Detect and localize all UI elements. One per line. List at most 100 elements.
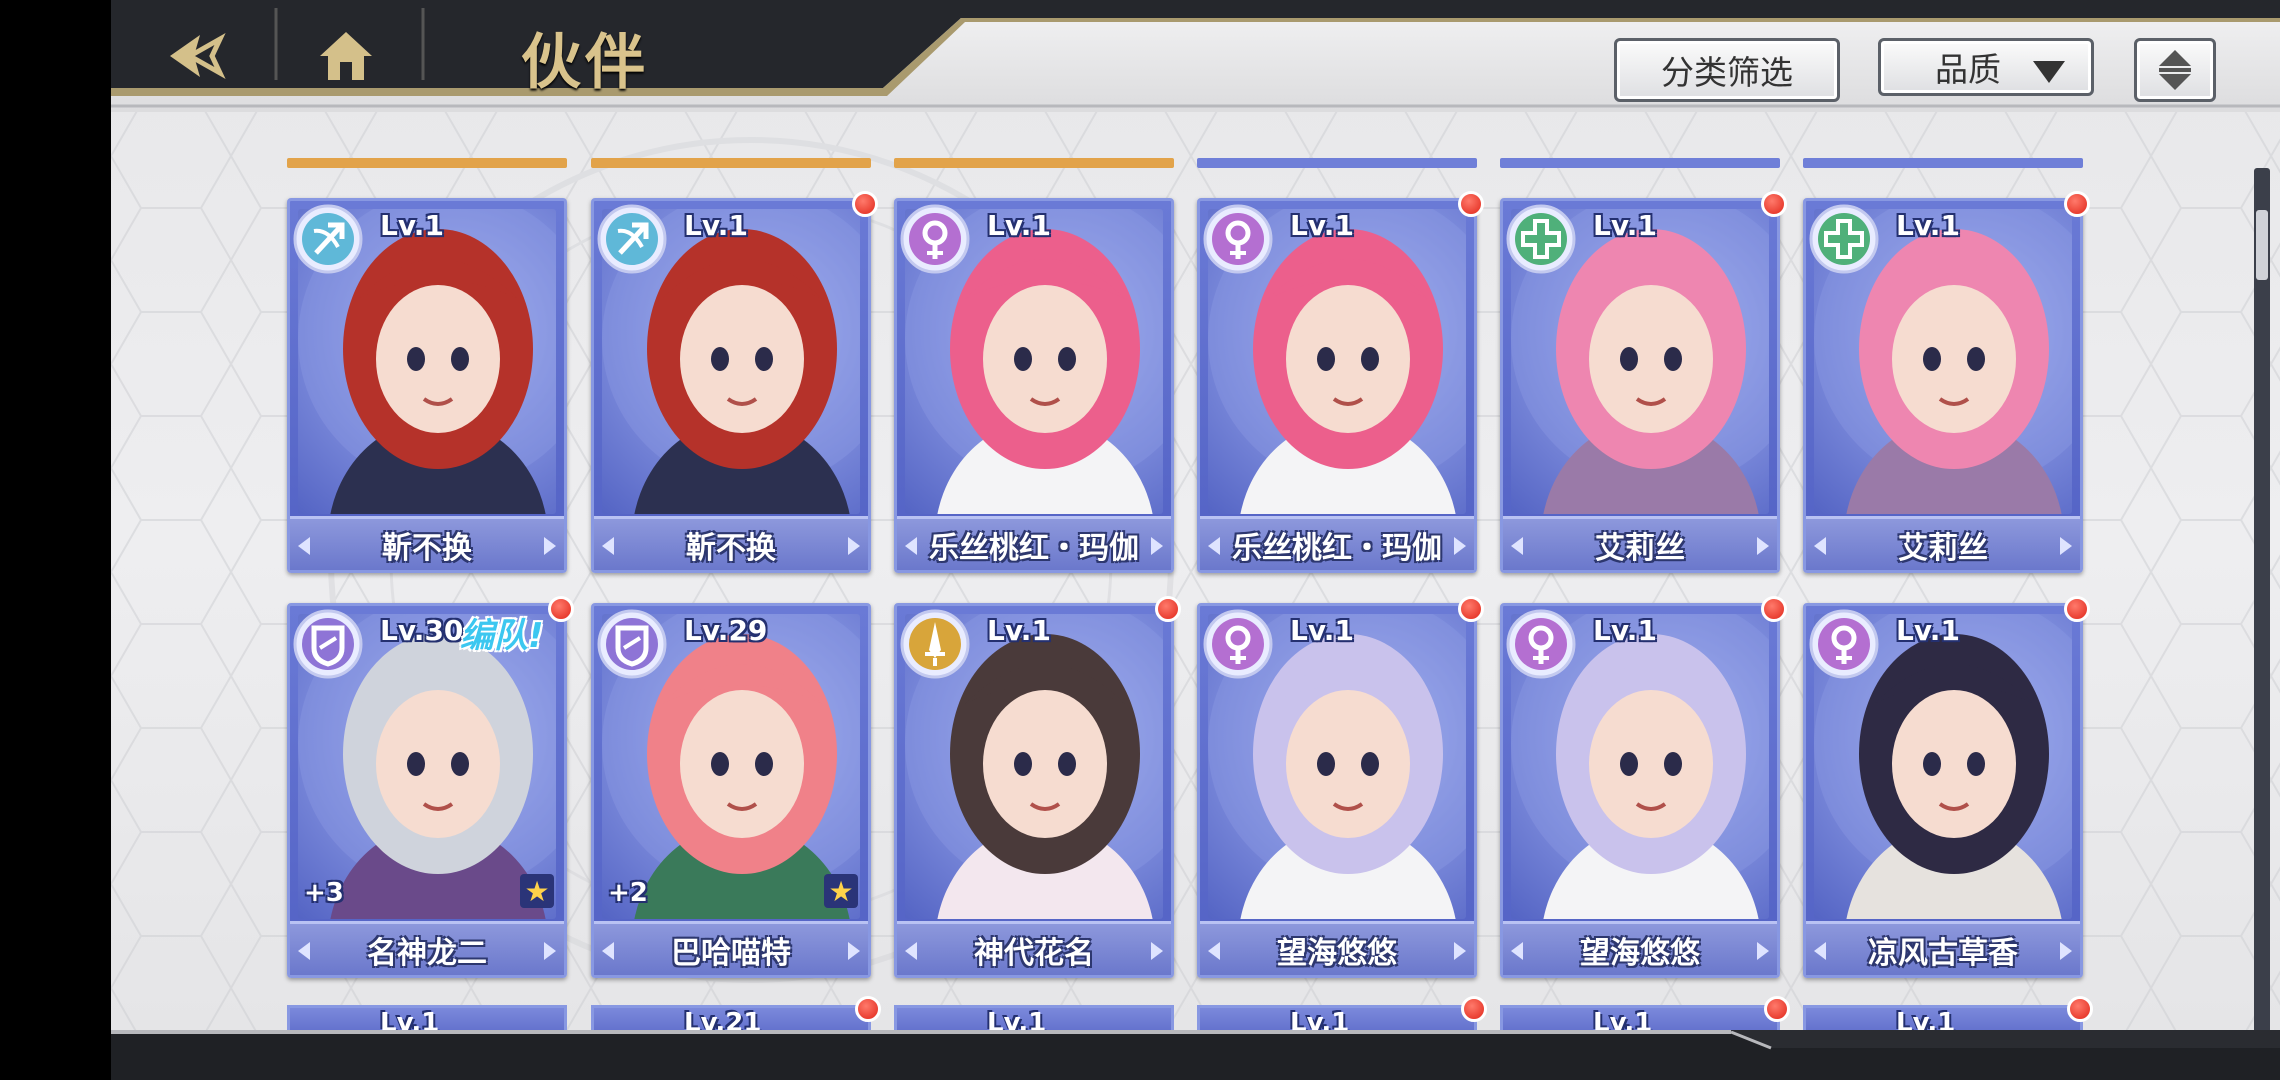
previous-row-card-edge [1500, 158, 1780, 168]
name-bar: 乐丝桃红・玛伽 [1200, 516, 1474, 570]
ornament-right-icon [1151, 537, 1163, 555]
level-label: Lv.1 [987, 209, 1051, 242]
ornament-right-icon [1454, 537, 1466, 555]
level-label: Lv.29 [684, 614, 768, 647]
partner-name: 靳不换 [382, 530, 472, 566]
previous-row-card-edge [287, 158, 567, 168]
level-label: Lv.1 [1593, 209, 1657, 242]
partner-card[interactable]: Lv.1 乐丝桃红・玛伽 [1197, 191, 1484, 573]
partner-card[interactable]: Lv.1 靳不换 [591, 191, 878, 573]
ornament-left-icon [298, 942, 310, 960]
name-bar: 凉风古草香 [1806, 921, 2080, 975]
partner-card[interactable]: Lv.1 神代花名 [894, 596, 1181, 978]
new-notification-dot [1761, 596, 1787, 622]
ornament-left-icon [602, 942, 614, 960]
ornament-right-icon [1757, 537, 1769, 555]
page-title: 伙伴 [521, 28, 649, 98]
ornament-left-icon [1814, 942, 1826, 960]
partner-card[interactable]: Lv.1 凉风古草香 [1803, 596, 2090, 978]
partner-name: 望海悠悠 [1277, 935, 1397, 971]
partner-name: 名神龙二 [367, 935, 487, 971]
partner-name: 靳不换 [686, 530, 776, 566]
new-notification-dot [1458, 191, 1484, 217]
level-label: Lv.1 [684, 209, 748, 242]
back-button[interactable] [131, 0, 261, 112]
quality-label: 品质 [1935, 50, 2001, 89]
sword-icon [900, 609, 970, 679]
ornament-right-icon [2060, 537, 2072, 555]
ornament-right-icon [848, 942, 860, 960]
partner-card[interactable]: Lv.30 编队! +3 ★ 名神龙二 [287, 596, 574, 978]
ornament-right-icon [1757, 942, 1769, 960]
partner-card[interactable]: Lv.1 靳不换 [287, 198, 567, 573]
previous-row-card-edge [591, 158, 871, 168]
shield-icon [293, 609, 363, 679]
name-bar: 望海悠悠 [1200, 921, 1474, 975]
partner-name: 艾莉丝 [1898, 530, 1988, 566]
partner-card[interactable]: Lv.1 乐丝桃红・玛伽 [894, 198, 1174, 573]
previous-row-card-edge [1197, 158, 1477, 168]
name-bar: 靳不换 [290, 516, 564, 570]
home-icon [320, 32, 372, 80]
partner-card[interactable]: Lv.1 望海悠悠 [1197, 596, 1484, 978]
partner-name: 乐丝桃红・玛伽 [929, 530, 1139, 566]
previous-row-card-edge [1803, 158, 2083, 168]
sort-order-icon [2159, 50, 2191, 90]
level-label: Lv.1 [1896, 614, 1960, 647]
previous-row-card-edge [894, 158, 1174, 168]
quality-sort-dropdown[interactable]: 品质 [1878, 38, 2094, 96]
scrollbar-thumb[interactable] [2256, 210, 2268, 280]
partner-card[interactable]: Lv.1 望海悠悠 [1500, 596, 1787, 978]
ornament-right-icon [1151, 942, 1163, 960]
ornament-left-icon [1208, 537, 1220, 555]
dropdown-arrow-icon [2033, 61, 2065, 83]
sort-order-button[interactable] [2134, 38, 2216, 102]
new-notification-dot [1155, 596, 1181, 622]
name-bar: 神代花名 [897, 921, 1171, 975]
category-filter-button[interactable]: 分类筛选 [1614, 38, 1840, 102]
heal-cross-icon [1506, 204, 1576, 274]
level-label: Lv.1 [380, 209, 444, 242]
name-bar: 名神龙二 [290, 921, 564, 975]
name-bar: 艾莉丝 [1503, 516, 1777, 570]
level-label: Lv.30 [380, 614, 464, 647]
bottom-bar [111, 1030, 2280, 1080]
partner-card[interactable]: Lv.1 艾莉丝 [1500, 191, 1787, 573]
partner-name: 乐丝桃红・玛伽 [1232, 530, 1442, 566]
new-notification-dot [852, 191, 878, 217]
partner-name: 巴哈喵特 [671, 935, 791, 971]
bow-icon [293, 204, 363, 274]
ornament-left-icon [905, 537, 917, 555]
new-notification-dot [1761, 191, 1787, 217]
ornament-right-icon [1454, 942, 1466, 960]
partner-screen: 伙伴 分类筛选 品质 Lv.1 靳不换 Lv.1 靳不换 Lv.1 乐丝桃红・玛… [111, 0, 2280, 1080]
home-button[interactable] [281, 0, 411, 112]
ornament-left-icon [905, 942, 917, 960]
new-notification-dot [1458, 596, 1484, 622]
in-team-tag: 编队! [460, 616, 544, 656]
name-bar: 乐丝桃红・玛伽 [897, 516, 1171, 570]
partner-name: 凉风古草香 [1868, 935, 2018, 971]
level-label: Lv.1 [1290, 209, 1354, 242]
staff-icon [1809, 609, 1879, 679]
top-bar: 伙伴 分类筛选 品质 [111, 0, 2280, 112]
partner-card[interactable]: Lv.1 艾莉丝 [1803, 191, 2090, 573]
back-arrow-icon [170, 32, 226, 80]
level-label: Lv.1 [1593, 614, 1657, 647]
name-bar: 巴哈喵特 [594, 921, 868, 975]
scrollbar-track[interactable] [2254, 168, 2270, 1050]
new-notification-dot [855, 996, 881, 1022]
partner-card[interactable]: Lv.29 +2 ★ 巴哈喵特 [591, 603, 871, 978]
staff-icon [1506, 609, 1576, 679]
star-icon: ★ [520, 874, 554, 908]
new-notification-dot [548, 596, 574, 622]
new-notification-dot [1764, 996, 1790, 1022]
name-bar: 望海悠悠 [1503, 921, 1777, 975]
staff-icon [1203, 204, 1273, 274]
shield-icon [597, 609, 667, 679]
new-notification-dot [2067, 996, 2093, 1022]
enhance-level: +3 [304, 878, 344, 908]
ornament-left-icon [298, 537, 310, 555]
ornament-right-icon [544, 942, 556, 960]
ornament-right-icon [544, 537, 556, 555]
